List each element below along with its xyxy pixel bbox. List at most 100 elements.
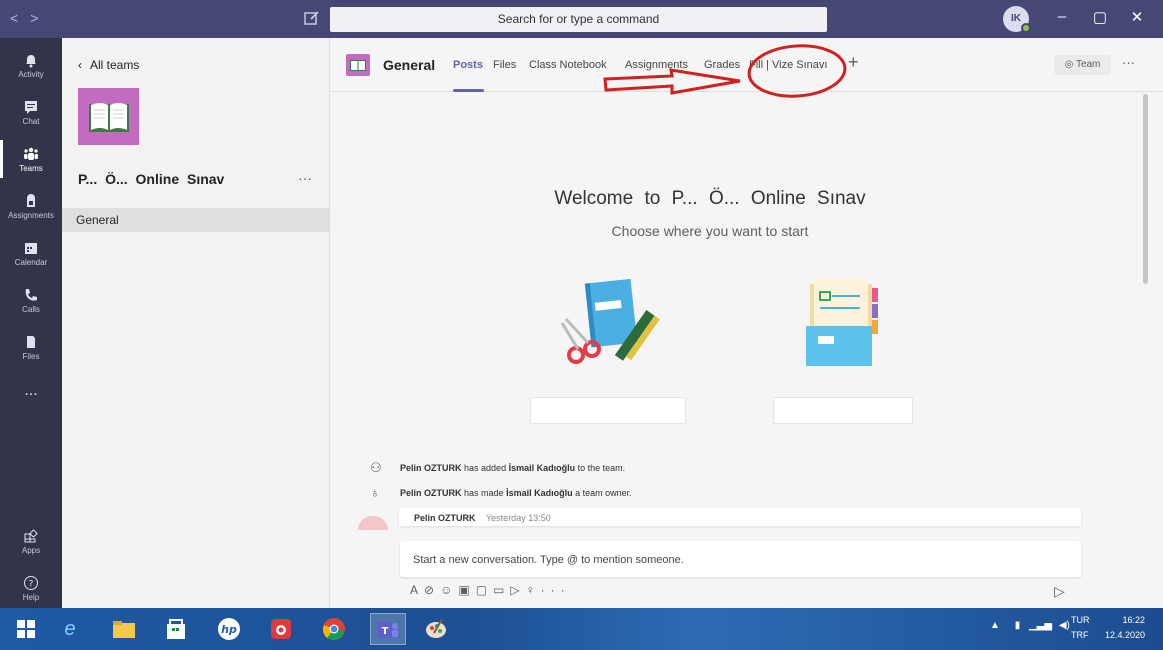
appbar-label: Apps xyxy=(21,546,41,555)
appbar-label: Calendar xyxy=(14,258,48,267)
team-more-options-icon[interactable]: ··· xyxy=(298,170,312,186)
chrome-icon[interactable] xyxy=(318,613,350,645)
activity-actor[interactable]: Pelin OZTURK xyxy=(400,463,462,473)
appbar-item-calls[interactable]: Calls xyxy=(0,287,62,314)
sticker-icon[interactable]: ▢ xyxy=(476,583,493,597)
more-apps-icon[interactable]: ... xyxy=(0,382,62,400)
chrome-logo-icon xyxy=(323,618,345,640)
appbar-item-activity[interactable]: Activity xyxy=(0,52,62,79)
tab-assignments[interactable]: Assignments xyxy=(625,59,688,71)
appbar-label: Calls xyxy=(22,305,40,314)
svg-text:hp: hp xyxy=(221,623,237,636)
search-input[interactable]: Search for or type a command xyxy=(330,7,827,32)
appbar-label: Assignments xyxy=(8,211,54,220)
appbar-item-apps[interactable]: Apps xyxy=(0,528,62,555)
illustration-label-blank xyxy=(530,397,686,424)
channel-title: General xyxy=(383,57,436,73)
volume-icon[interactable]: ◀) xyxy=(1059,620,1070,631)
camera-app-icon xyxy=(271,619,291,639)
attach-icon[interactable]: ⊘ xyxy=(424,583,440,597)
appbar-label: Chat xyxy=(22,117,40,126)
paint-icon[interactable] xyxy=(420,613,452,645)
book-icon xyxy=(89,103,129,132)
compose-toolbar: A⊘☺▣▢▭▷♀··· xyxy=(410,583,571,597)
tab-class-notebook[interactable]: Class Notebook xyxy=(529,59,607,71)
activity-target[interactable]: İsmail Kadıoğlu xyxy=(506,488,573,498)
team-button[interactable]: ◎ Team xyxy=(1054,55,1111,75)
teams-icon xyxy=(24,147,38,160)
close-icon[interactable]: ✕ xyxy=(1127,8,1147,26)
file-icon xyxy=(27,336,35,348)
meet-now-icon[interactable]: ▭ xyxy=(493,583,510,597)
hp-icon[interactable]: hp xyxy=(213,613,245,645)
tab-posts[interactable]: Posts xyxy=(453,59,483,71)
all-teams-link[interactable]: ‹ All teams xyxy=(78,58,139,72)
tab-fill-vize-sinavi[interactable]: Fill | Vize Sınavı xyxy=(749,59,827,71)
maximize-icon[interactable]: ▢ xyxy=(1090,8,1110,26)
send-icon[interactable]: ▷ xyxy=(1054,583,1065,600)
svg-text:T: T xyxy=(382,626,389,637)
appbar-label: Help xyxy=(22,593,40,602)
notebook-illustration[interactable] xyxy=(550,273,685,373)
active-tab-indicator xyxy=(453,89,484,92)
teams-logo-icon: T xyxy=(378,622,398,638)
appbar-item-assignments[interactable]: Assignments xyxy=(0,193,62,220)
calendar-icon xyxy=(25,243,37,254)
add-tab-icon[interactable]: + xyxy=(848,52,859,73)
scrollbar[interactable] xyxy=(1143,94,1148,284)
help-icon: ? xyxy=(24,576,38,590)
system-tray: ▲ ▮ ▁▃▅ ◀) xyxy=(990,620,1070,631)
gif-icon[interactable]: ▣ xyxy=(458,583,475,597)
post-time: Yesterday 13:50 xyxy=(486,513,551,523)
forward-arrow-icon[interactable]: > xyxy=(30,10,50,26)
team-name: P... Ö... Online Sınav xyxy=(78,171,225,187)
emoji-icon[interactable]: ☺ xyxy=(440,583,458,597)
activity-target[interactable]: İsmail Kadıoğlu xyxy=(509,463,576,473)
teams-taskbar-icon[interactable]: T xyxy=(370,613,406,645)
signal-icon[interactable]: ▁▃▅ xyxy=(1029,620,1052,631)
assignments-icon xyxy=(27,194,35,207)
post-author-avatar[interactable] xyxy=(358,516,388,530)
clock[interactable]: 16:22 12.4.2020 xyxy=(1105,613,1145,643)
lightbulb-icon: ♁ xyxy=(370,485,380,500)
store-icon[interactable] xyxy=(160,613,192,645)
user-avatar[interactable]: IK xyxy=(1003,6,1031,33)
device-icon[interactable]: ▮ xyxy=(1015,620,1021,631)
show-hidden-icons[interactable]: ▲ xyxy=(990,620,1000,631)
format-icon[interactable]: A xyxy=(410,583,424,597)
appbar-item-help[interactable]: ? Help xyxy=(0,575,62,602)
post-card[interactable]: Pelin OZTURK Yesterday 13:50 xyxy=(399,508,1081,526)
appbar-item-teams[interactable]: Teams xyxy=(0,140,62,178)
illustration-label-blank xyxy=(773,397,913,424)
folder-illustration[interactable] xyxy=(800,278,890,373)
minimize-icon[interactable]: – xyxy=(1052,8,1072,25)
app-bar: Activity Chat Teams Assignments Calendar… xyxy=(0,38,62,608)
start-icon[interactable] xyxy=(10,613,42,645)
appbar-item-calendar[interactable]: Calendar xyxy=(0,240,62,267)
appbar-label: Files xyxy=(22,352,40,361)
phone-icon xyxy=(25,289,37,301)
file-explorer-icon[interactable] xyxy=(108,613,140,645)
post-author[interactable]: Pelin OZTURK xyxy=(414,513,476,523)
more-options-icon[interactable]: ··· xyxy=(541,583,571,597)
header-more-icon[interactable]: ··· xyxy=(1122,55,1135,70)
team-logo xyxy=(78,88,139,145)
activity-actor[interactable]: Pelin OZTURK xyxy=(400,488,462,498)
shopping-bag-icon xyxy=(167,619,185,639)
internet-explorer-icon[interactable]: e xyxy=(54,613,86,645)
appbar-item-chat[interactable]: Chat xyxy=(0,99,62,126)
tab-grades[interactable]: Grades xyxy=(704,59,740,71)
welcome-title: Welcome to P... Ö... Online Sınav xyxy=(554,188,866,209)
back-arrow-icon[interactable]: < xyxy=(10,10,30,26)
channel-item-general[interactable]: General xyxy=(62,208,330,232)
new-chat-icon[interactable] xyxy=(303,9,321,27)
chat-icon xyxy=(25,101,37,114)
input-language[interactable]: TUR TRF xyxy=(1071,613,1090,643)
stream-icon[interactable]: ▷ xyxy=(510,583,525,597)
tab-files[interactable]: Files xyxy=(493,59,516,71)
keyboard-layout: TRF xyxy=(1071,630,1089,640)
appbar-item-files[interactable]: Files xyxy=(0,334,62,361)
praise-icon[interactable]: ♀ xyxy=(526,583,541,597)
compose-box[interactable]: Start a new conversation. Type @ to ment… xyxy=(400,541,1081,577)
media-app-icon[interactable] xyxy=(265,613,297,645)
